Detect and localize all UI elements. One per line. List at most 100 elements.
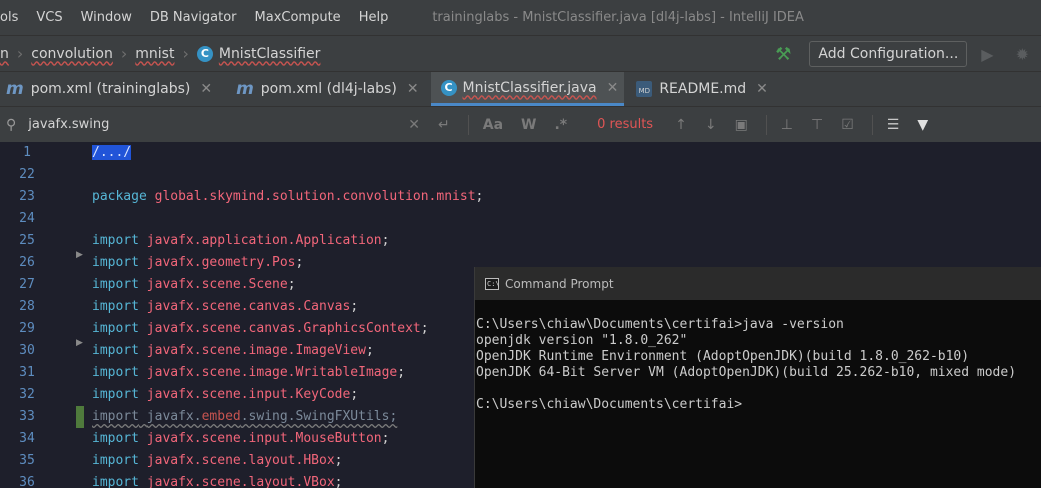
command-prompt-icon: C:\ <box>485 277 500 290</box>
breadcrumb-item-convolution[interactable]: convolution <box>31 46 113 62</box>
chevron-right-icon: › <box>182 44 189 63</box>
code-text: /.../ <box>92 142 132 164</box>
match-case-icon[interactable]: Aa <box>483 117 503 133</box>
tab-pom-dl4j-labs[interactable]: m pom.xml (dl4j-labs) ✕ <box>230 72 424 106</box>
search-input[interactable] <box>28 117 409 132</box>
menu-db-navigator[interactable]: DB Navigator <box>150 10 237 25</box>
console-prompt-line[interactable]: C:\Users\chiaw\Documents\certifai> <box>476 397 1041 413</box>
search-results-count: 0 results <box>597 117 654 132</box>
line-number: 29 <box>19 321 35 336</box>
line-number: 34 <box>19 431 35 446</box>
line-number: 31 <box>19 365 35 380</box>
run-toolbar: ⚒ Add Configuration... ▶ ✹ <box>775 36 1041 72</box>
whole-words-icon[interactable]: W <box>521 117 536 133</box>
code-line: 22 <box>0 164 1041 186</box>
maven-icon: m <box>236 79 254 99</box>
vcs-change-marker[interactable] <box>76 406 84 428</box>
console-line: OpenJDK 64-Bit Server VM (AdoptOpenJDK)(… <box>476 365 1017 380</box>
close-icon[interactable]: ✕ <box>607 80 619 96</box>
menu-window[interactable]: Window <box>81 10 132 25</box>
tab-label: README.md <box>659 81 747 97</box>
code-text: import javafx.scene.input.MouseButton; <box>92 431 390 446</box>
chevron-right-icon: › <box>16 44 24 63</box>
line-number: 30 <box>19 343 35 358</box>
markdown-icon: MD <box>636 81 653 97</box>
tab-label: MnistClassifier.java <box>462 79 597 96</box>
close-icon[interactable]: ✕ <box>200 81 212 97</box>
code-text: import javafx.scene.image.ImageView; <box>92 343 374 358</box>
code-text: import javafx.scene.canvas.GraphicsConte… <box>92 321 429 336</box>
previous-occurrence-icon[interactable]: ↑ <box>675 117 687 133</box>
debug-bug-icon[interactable]: ✹ <box>1016 45 1029 64</box>
line-number: 25 <box>19 233 35 248</box>
line-number: 28 <box>19 299 35 314</box>
breadcrumb-item-mnist[interactable]: mnist <box>135 46 174 62</box>
add-configuration-button[interactable]: Add Configuration... <box>809 41 968 67</box>
newline-icon[interactable]: ↵ <box>438 117 450 133</box>
java-class-icon: C <box>196 45 213 62</box>
code-text: import javafx.scene.Scene; <box>92 277 296 292</box>
window-title: traininglabs - MnistClassifier.java [dl4… <box>432 10 804 25</box>
fold-arrow-icon[interactable]: ▶ <box>76 332 83 354</box>
next-occurrence-icon[interactable]: ↓ <box>705 117 717 133</box>
breadcrumb-item-mnistclassifier[interactable]: MnistClassifier <box>219 46 321 62</box>
filter-lines-icon[interactable]: ☰ <box>887 117 900 133</box>
filter-funnel-icon[interactable]: ▼ <box>917 117 928 133</box>
add-selection-icon[interactable]: ⊥ <box>781 117 793 133</box>
console-output[interactable]: C:\Users\chiaw\Documents\certifai>java -… <box>475 300 1041 413</box>
menu-maxcompute[interactable]: MaxCompute <box>255 10 341 25</box>
line-number: 32 <box>19 387 35 402</box>
line-number: 22 <box>19 167 35 182</box>
menu-vcs[interactable]: VCS <box>36 10 62 25</box>
console-line: OpenJDK Runtime Environment (AdoptOpenJD… <box>476 349 970 364</box>
editor-tab-bar: m pom.xml (traininglabs) ✕ m pom.xml (dl… <box>0 71 1041 106</box>
run-icon[interactable]: ▶ <box>981 45 993 64</box>
code-text: import javafx.scene.image.WritableImage; <box>92 365 406 380</box>
open-in-window-icon[interactable]: ▣ <box>735 117 748 133</box>
maven-icon: m <box>6 79 24 99</box>
tab-mnistclassifier-java[interactable]: C MnistClassifier.java ✕ <box>430 72 625 106</box>
close-icon[interactable]: ✕ <box>756 81 768 97</box>
build-hammer-icon[interactable]: ⚒ <box>775 44 791 65</box>
menu-help[interactable]: Help <box>359 10 389 25</box>
line-number: 33 <box>19 409 35 424</box>
code-text: import javafx.scene.layout.HBox; <box>92 453 343 468</box>
line-number: 24 <box>19 211 35 226</box>
code-text: import javafx.scene.canvas.Canvas; <box>92 299 359 314</box>
code-line: 25 import javafx.application.Application… <box>0 230 1041 252</box>
console-line: C:\Users\chiaw\Documents\certifai>java -… <box>476 317 844 332</box>
search-icon[interactable]: ⚲ <box>6 117 16 133</box>
line-number: 26 <box>19 255 35 270</box>
menu-bar: ols VCS Window DB Navigator MaxCompute H… <box>0 0 1041 35</box>
close-icon[interactable]: ✕ <box>407 81 419 97</box>
tab-readme-md[interactable]: MD README.md ✕ <box>630 72 774 106</box>
select-all-occurrences-icon[interactable]: ☑ <box>841 117 854 133</box>
code-line: 24 <box>0 208 1041 230</box>
fold-arrow-icon[interactable]: ▶ <box>76 244 83 266</box>
command-prompt-title: Command Prompt <box>505 276 614 291</box>
remove-selection-icon[interactable]: ⊤ <box>811 117 823 133</box>
code-text: package global.skymind.solution.convolut… <box>92 189 484 204</box>
menu-tools[interactable]: ols <box>0 10 18 25</box>
breadcrumb-item-main[interactable]: n <box>0 46 9 62</box>
find-bar: ⚲ ✕ ↵ Aa W .* 0 results ↑ ↓ ▣ ⊥ ⊤ ☑ ☰ ▼ <box>0 106 1041 142</box>
tab-label: pom.xml (traininglabs) <box>30 81 191 97</box>
console-line: openjdk version "1.8.0_262" <box>476 333 688 348</box>
line-number: 27 <box>19 277 35 292</box>
command-prompt-window[interactable]: C:\ Command Prompt C:\Users\chiaw\Docume… <box>474 267 1041 488</box>
line-number: 35 <box>19 453 35 468</box>
folded-region[interactable]: /.../ <box>92 145 132 160</box>
divider <box>765 114 767 135</box>
divider <box>467 114 469 135</box>
code-line: 1 /.../ <box>0 142 1041 164</box>
navigation-bar: n › convolution › mnist › C MnistClassif… <box>0 35 1041 71</box>
clear-search-icon[interactable]: ✕ <box>408 117 420 133</box>
line-number: 1 <box>23 145 31 160</box>
code-text: import javafx.scene.input.KeyCode; <box>92 387 359 402</box>
tab-pom-traininglabs[interactable]: m pom.xml (traininglabs) ✕ <box>0 72 218 106</box>
regex-icon[interactable]: .* <box>554 117 567 133</box>
command-prompt-titlebar[interactable]: C:\ Command Prompt <box>475 267 1041 300</box>
code-text: import javafx.scene.layout.VBox; <box>92 475 343 488</box>
line-number: 23 <box>19 189 35 204</box>
